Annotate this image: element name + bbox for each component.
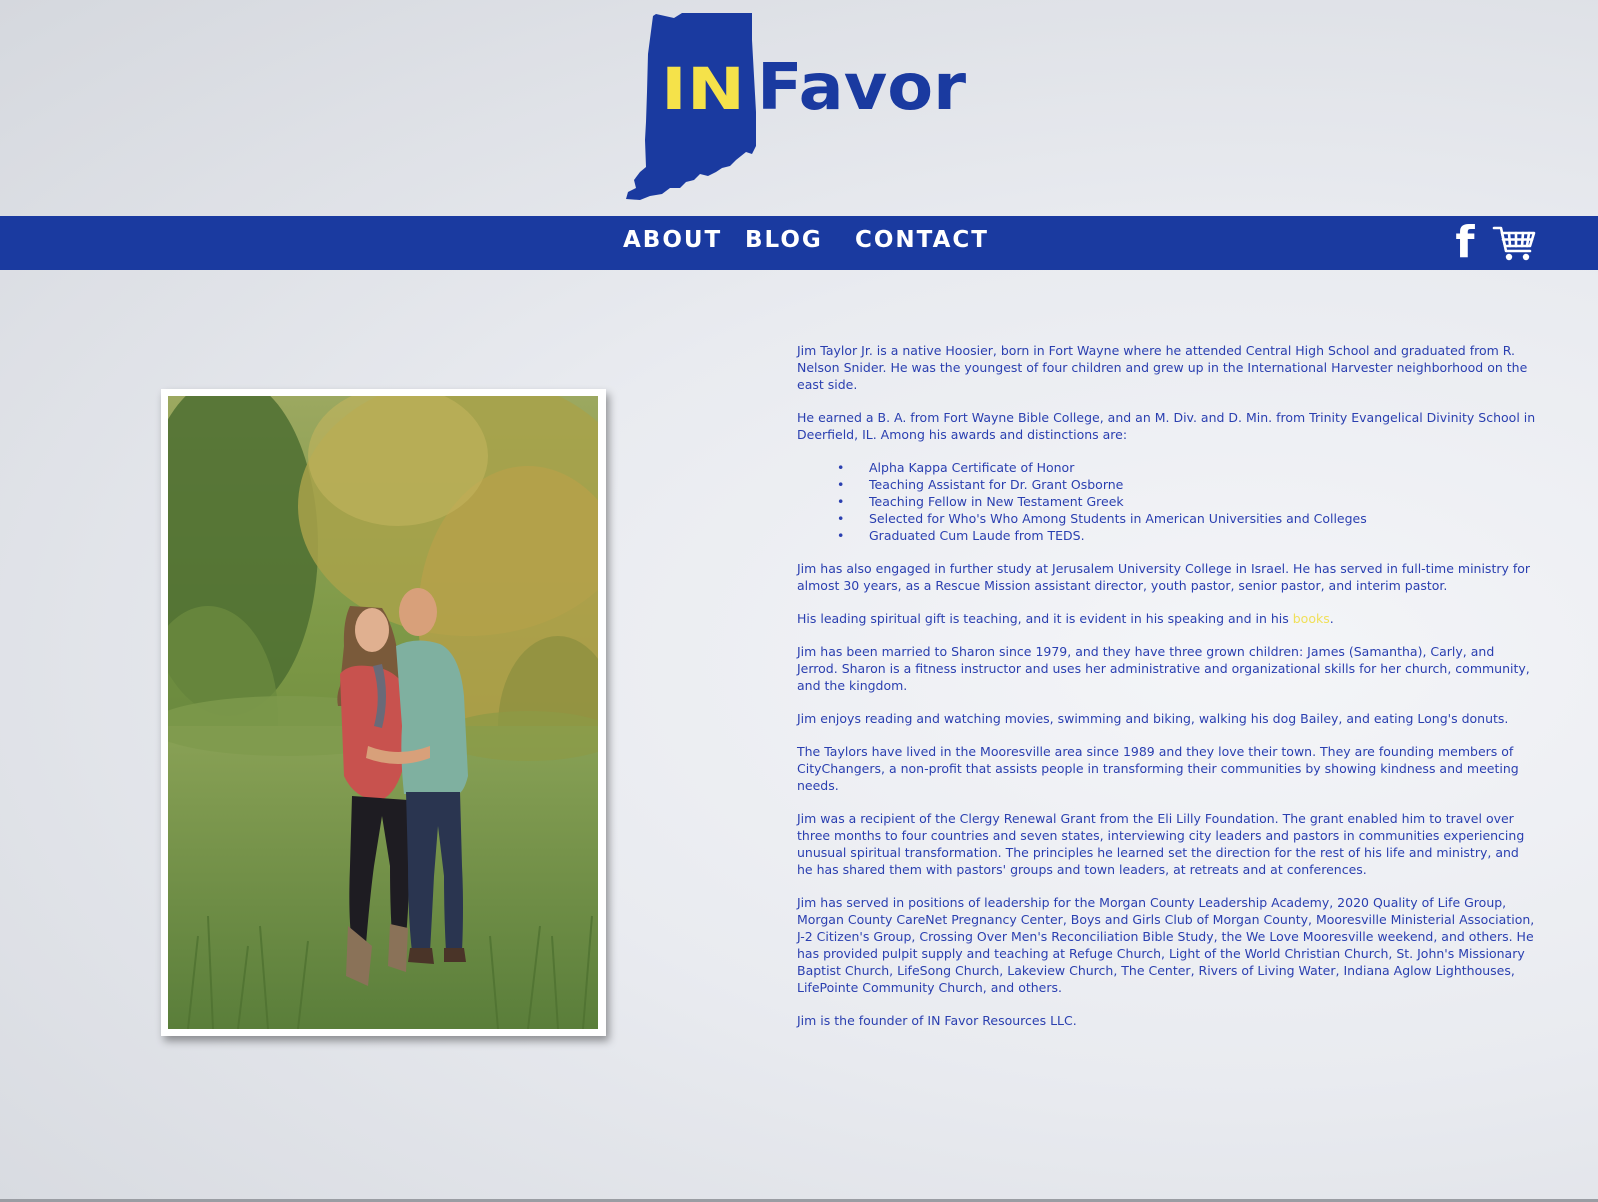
couple-photo: [168, 396, 598, 1029]
bio-paragraph-books: His leading spiritual gift is teaching, …: [797, 610, 1537, 627]
nav-about-link[interactable]: ABOUT: [623, 227, 722, 253]
bio-paragraph: Jim has been married to Sharon since 197…: [797, 644, 1530, 693]
in-favor-logo[interactable]: IN Favor: [624, 12, 969, 204]
awards-list: Alpha Kappa Certificate of Honor Teachin…: [797, 459, 1537, 544]
award-item: Teaching Fellow in New Testament Greek: [837, 493, 1537, 510]
bio-paragraph: Jim enjoys reading and watching movies, …: [797, 711, 1509, 726]
bio-paragraph: Jim was a recipient of the Clergy Renewa…: [797, 811, 1525, 877]
bio-paragraph: He earned a B. A. from Fort Wayne Bible …: [797, 410, 1536, 442]
main-navbar: ABOUT BLOG CONTACT f: [0, 216, 1598, 270]
bio-paragraph: Jim is the founder of IN Favor Resources…: [797, 1013, 1077, 1028]
award-item: Teaching Assistant for Dr. Grant Osborne: [837, 476, 1537, 493]
bio-paragraph: Jim has served in positions of leadershi…: [797, 895, 1535, 995]
logo-favor-text: Favor: [757, 51, 966, 125]
bio-paragraph: The Taylors have lived in the Mooresvill…: [797, 744, 1519, 793]
photo-frame: [161, 389, 606, 1036]
bio-text: Jim Taylor Jr. is a native Hoosier, born…: [797, 342, 1537, 1045]
award-item: Graduated Cum Laude from TEDS.: [837, 527, 1537, 544]
books-sentence: His leading spiritual gift is teaching, …: [797, 611, 1293, 626]
books-link[interactable]: books: [1293, 611, 1330, 626]
books-sentence-end: .: [1329, 611, 1334, 626]
award-item: Selected for Who's Who Among Students in…: [837, 510, 1537, 527]
shopping-cart-icon[interactable]: [1492, 225, 1538, 263]
award-item: Alpha Kappa Certificate of Honor: [837, 459, 1537, 476]
bio-paragraph: Jim has also engaged in further study at…: [797, 561, 1531, 593]
logo-in-text: IN: [661, 55, 745, 123]
bio-paragraph: Jim Taylor Jr. is a native Hoosier, born…: [797, 343, 1528, 392]
facebook-icon[interactable]: f: [1452, 220, 1478, 266]
nav-contact-link[interactable]: CONTACT: [855, 227, 989, 253]
nav-blog-link[interactable]: BLOG: [745, 227, 823, 253]
